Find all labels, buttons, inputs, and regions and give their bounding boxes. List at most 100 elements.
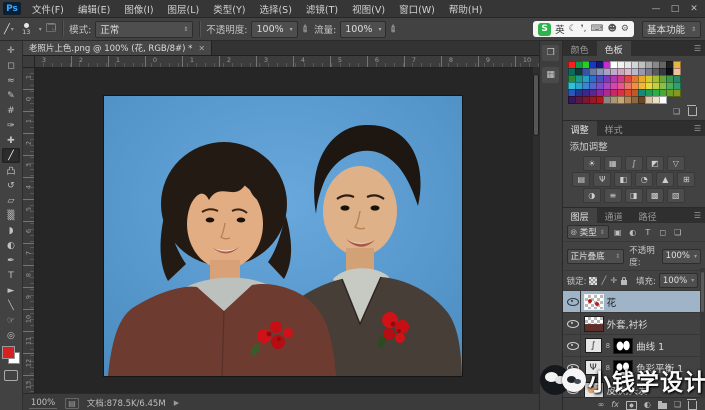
- brush-tool[interactable]: ╱: [1, 148, 20, 163]
- clone-stamp-tool[interactable]: 凸: [2, 163, 20, 178]
- color-swatch[interactable]: [672, 89, 681, 97]
- new-swatch-icon[interactable]: ❏: [673, 107, 680, 116]
- menu-item-9[interactable]: 帮助(H): [442, 2, 490, 16]
- tab-close-icon[interactable]: ✕: [198, 44, 205, 53]
- toggle-brush-panel-button[interactable]: 🗔: [46, 21, 56, 37]
- wrench-icon[interactable]: ⚙: [621, 24, 629, 34]
- layer-name[interactable]: 曲线 1: [636, 339, 664, 353]
- menu-item-1[interactable]: 编辑(E): [71, 2, 117, 16]
- menu-item-5[interactable]: 选择(S): [252, 2, 298, 16]
- layer-row-coat-shirt[interactable]: 外套,衬衫: [562, 313, 705, 335]
- black-white-adjustment-icon[interactable]: ◧: [614, 172, 633, 187]
- tab-layers[interactable]: 图层: [562, 208, 597, 223]
- user-icon[interactable]: ☻: [607, 24, 616, 34]
- dodge-tool[interactable]: ◐: [2, 238, 20, 253]
- link-layers-icon[interactable]: ∞: [598, 401, 605, 409]
- history-brush-tool[interactable]: ↺: [2, 178, 20, 193]
- pen-tool[interactable]: ✒: [2, 253, 20, 268]
- visibility-toggle[interactable]: [566, 335, 581, 356]
- flow-select[interactable]: 100% ▾: [340, 20, 387, 38]
- invert-adjustment-icon[interactable]: ◑: [582, 188, 601, 203]
- lock-transparency-icon[interactable]: [589, 276, 598, 285]
- new-layer-icon[interactable]: ❏: [674, 401, 681, 409]
- gradient-map-adjustment-icon[interactable]: ▩: [645, 188, 664, 203]
- maximize-button[interactable]: □: [667, 4, 683, 14]
- layer-name[interactable]: 花: [607, 295, 617, 309]
- layer-row-flower[interactable]: 花: [562, 291, 705, 313]
- layer-mask-thumbnail[interactable]: [614, 338, 633, 353]
- caret-down-icon[interactable]: ▾: [39, 26, 42, 33]
- color-balance-adjustment-icon[interactable]: Ψ: [593, 172, 612, 187]
- new-adjustment-layer-icon[interactable]: ◐: [644, 401, 651, 409]
- move-tool[interactable]: ✛: [2, 43, 20, 58]
- tab-styles[interactable]: 样式: [597, 121, 631, 136]
- menu-item-8[interactable]: 窗口(W): [392, 2, 442, 16]
- airbrush-pressure-icon[interactable]: ✐: [299, 22, 313, 36]
- color-lookup-adjustment-icon[interactable]: ⊞: [677, 172, 696, 187]
- hand-tool[interactable]: ☞: [2, 313, 20, 328]
- menu-item-6[interactable]: 滤镜(T): [299, 2, 345, 16]
- close-button[interactable]: ✕: [686, 4, 702, 14]
- layer-thumbnail[interactable]: [584, 316, 603, 331]
- brightness-contrast-adjustment-icon[interactable]: ☀: [582, 156, 601, 171]
- tab-swatches[interactable]: 色板: [596, 41, 631, 56]
- delete-layer-trash-icon[interactable]: [687, 398, 697, 410]
- blur-tool[interactable]: ◗: [2, 223, 20, 238]
- curves-adjustment-icon[interactable]: ∫: [584, 338, 602, 353]
- opacity-select[interactable]: 100% ▾: [251, 20, 298, 38]
- sogou-logo-icon[interactable]: S: [538, 22, 552, 36]
- exposure-adjustment-icon[interactable]: ◩: [645, 156, 664, 171]
- status-expand-arrow-icon[interactable]: ▶: [174, 399, 179, 407]
- crop-tool[interactable]: #: [2, 103, 20, 118]
- panel-menu-icon[interactable]: ☰: [690, 41, 705, 56]
- photo-filter-adjustment-icon[interactable]: ◔: [635, 172, 654, 187]
- foreground-color-swatch[interactable]: [1, 346, 15, 359]
- menu-item-3[interactable]: 图层(L): [161, 2, 207, 16]
- lock-position-icon[interactable]: ✛: [610, 276, 617, 285]
- hue-saturation-adjustment-icon[interactable]: ▤: [572, 172, 591, 187]
- vibrance-adjustment-icon[interactable]: ▽: [666, 156, 685, 171]
- type-tool[interactable]: T: [2, 268, 20, 283]
- color-swatch[interactable]: [658, 96, 667, 104]
- fill-select[interactable]: 100% ▾: [658, 273, 699, 288]
- add-mask-icon[interactable]: [625, 400, 637, 410]
- new-group-folder-icon[interactable]: [657, 401, 667, 409]
- marquee-tool[interactable]: ◻: [2, 58, 20, 73]
- layer-style-fx-icon[interactable]: fx: [611, 401, 619, 409]
- lock-all-icon[interactable]: [621, 276, 628, 285]
- healing-brush-tool[interactable]: ✚: [2, 133, 20, 148]
- lock-paint-icon[interactable]: ╱: [601, 276, 606, 285]
- filter-adjustment-layers-icon[interactable]: ◐: [627, 228, 639, 237]
- minimize-button[interactable]: —: [648, 4, 664, 14]
- panel-menu-icon[interactable]: ☰: [690, 121, 705, 136]
- canvas-vertical-scrollbar[interactable]: [532, 67, 539, 393]
- filter-type-layers-icon[interactable]: T: [642, 228, 654, 237]
- menu-item-2[interactable]: 图像(I): [117, 2, 160, 16]
- ime-language[interactable]: 英: [555, 22, 565, 36]
- tab-color[interactable]: 颜色: [563, 41, 597, 56]
- tab-adjustments[interactable]: 调整: [562, 121, 597, 136]
- zoom-level-field[interactable]: 100%: [28, 398, 58, 409]
- gradient-tool[interactable]: ▒: [2, 208, 20, 223]
- selective-color-adjustment-icon[interactable]: ▧: [666, 188, 685, 203]
- layer-opacity-select[interactable]: 100% ▾: [661, 248, 701, 264]
- layer-name[interactable]: 外套,衬衫: [607, 317, 648, 331]
- layer-thumbnail[interactable]: [584, 294, 603, 309]
- filter-pixel-layers-icon[interactable]: ▣: [612, 228, 624, 237]
- levels-adjustment-icon[interactable]: ▦: [603, 156, 622, 171]
- tab-channels[interactable]: 通道: [597, 208, 631, 223]
- path-selection-tool[interactable]: ►: [2, 283, 20, 298]
- zoom-tool[interactable]: ◎: [2, 328, 20, 343]
- tool-preset-picker[interactable]: ╱ ▾: [4, 24, 14, 35]
- menu-item-0[interactable]: 文件(F): [25, 2, 71, 16]
- foreground-background-colors[interactable]: [1, 346, 20, 364]
- blend-mode-select[interactable]: 正常 ⇕: [95, 20, 194, 38]
- line-tool[interactable]: ╲: [2, 298, 20, 313]
- panel-menu-icon[interactable]: ☰: [690, 208, 705, 223]
- tab-paths[interactable]: 路径: [631, 208, 665, 223]
- menu-item-7[interactable]: 视图(V): [345, 2, 392, 16]
- eyedropper-tool[interactable]: ✑: [2, 118, 20, 133]
- channel-mixer-adjustment-icon[interactable]: ▲: [656, 172, 675, 187]
- history-panel-icon[interactable]: ❒: [542, 45, 560, 61]
- filter-shape-layers-icon[interactable]: ◻: [657, 228, 669, 237]
